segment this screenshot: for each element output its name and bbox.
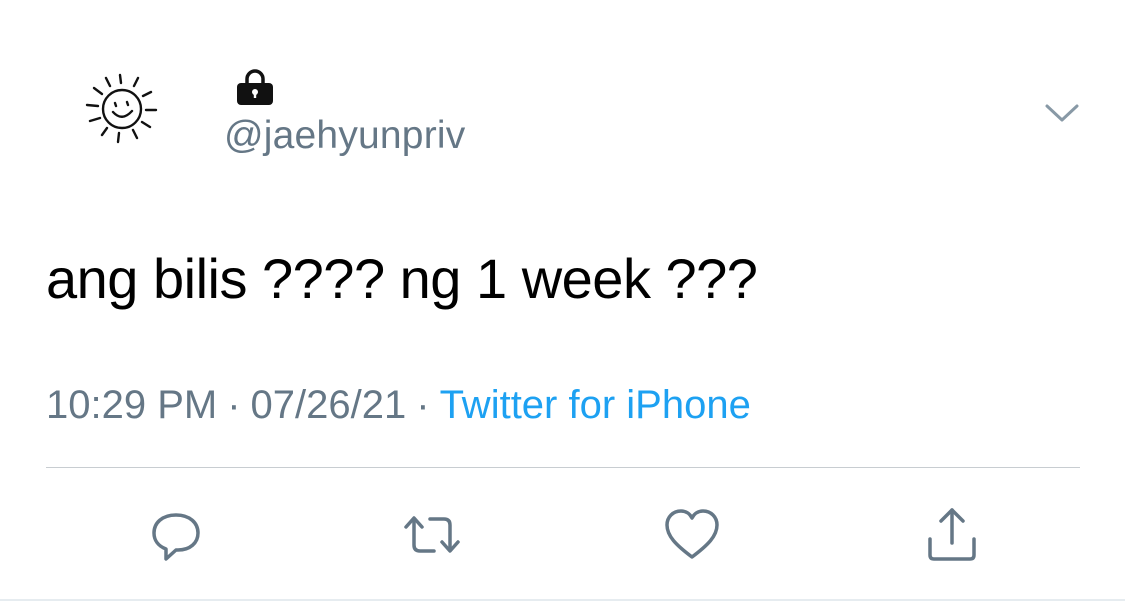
divider (46, 467, 1080, 468)
share-icon[interactable] (922, 505, 982, 565)
user-handle[interactable]: @jaehyunpriv (224, 114, 465, 158)
retweet-icon[interactable] (402, 505, 462, 565)
tweet-card: @jaehyunpriv ang bilis ???? ng 1 week ??… (0, 0, 1125, 601)
chevron-down-icon[interactable] (1042, 98, 1082, 128)
meta-separator: · (416, 383, 430, 427)
tweet-source-link[interactable]: Twitter for iPhone (440, 383, 751, 427)
tweet-time: 10:29 PM (46, 383, 218, 427)
meta-separator: · (227, 383, 241, 427)
smiling-sun-icon[interactable] (72, 62, 172, 162)
lock-icon (235, 67, 275, 107)
reply-icon[interactable] (146, 505, 206, 565)
like-icon[interactable] (662, 505, 722, 565)
tweet-meta: 10:29 PM · 07/26/21 · Twitter for iPhone (46, 383, 751, 428)
tweet-text: ang bilis ???? ng 1 week ??? (46, 247, 758, 310)
tweet-date: 07/26/21 (250, 383, 407, 427)
